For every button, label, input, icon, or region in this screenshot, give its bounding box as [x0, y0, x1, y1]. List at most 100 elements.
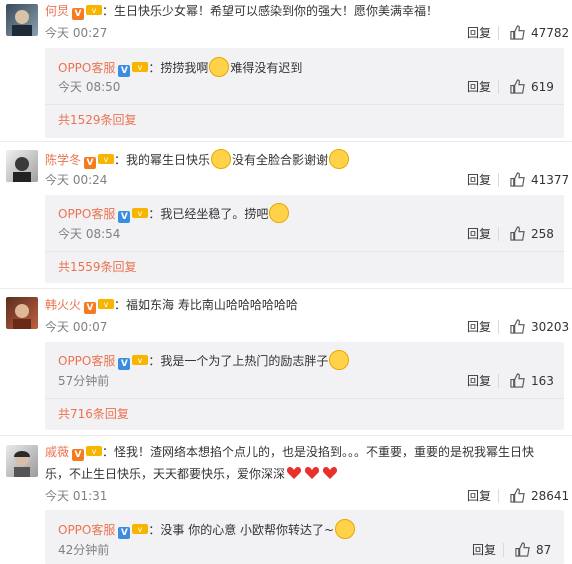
reply-time: 57分钟前: [58, 374, 110, 388]
divider: [503, 543, 504, 557]
like-count: 163: [531, 374, 554, 388]
vip-icon: v: [132, 353, 149, 365]
vip-icon: v: [132, 206, 149, 218]
comment-text: 怪我！渣网络本想掐个点儿的，也是没掐到。。。不重要，重要的是祝我幂生日快: [114, 445, 535, 459]
vip-icon: v: [86, 3, 103, 15]
svg-text:v: v: [92, 447, 97, 456]
comment-time: 今天 00:27: [45, 26, 108, 40]
verified-badge-icon: V: [72, 8, 85, 20]
vip-icon: v: [132, 60, 149, 72]
doge-emoji-icon: [329, 350, 350, 370]
reply-button[interactable]: 回复: [467, 172, 491, 188]
heart-icon: [286, 467, 302, 479]
verified-badge-icon: V: [118, 527, 131, 539]
vip-icon: v: [132, 522, 149, 534]
divider: [0, 288, 572, 289]
reply-text-line: OPPO客服 Vv ：没事 你的心意 小欧帮你转达了~: [58, 519, 356, 539]
like-button[interactable]: 41377: [510, 172, 569, 188]
reply-text-line: OPPO客服 Vv ：我是一个为了上热门的励志胖子: [58, 350, 350, 370]
like-button[interactable]: 619: [510, 79, 554, 95]
reply-time: 今天 08:54: [58, 227, 121, 241]
reply-button[interactable]: 回复: [467, 373, 491, 389]
thumbs-up-icon: [510, 319, 525, 334]
divider: [45, 251, 564, 252]
svg-text:v: v: [138, 209, 143, 218]
comment-username[interactable]: 戚薇: [45, 445, 69, 459]
avatar[interactable]: [6, 297, 38, 329]
verified-badge-icon: V: [84, 302, 97, 314]
reply-username[interactable]: OPPO客服: [58, 207, 115, 221]
divider: [498, 173, 499, 187]
thumbs-up-icon: [510, 373, 525, 388]
like-button[interactable]: 87: [515, 542, 551, 558]
reply-button[interactable]: 回复: [467, 319, 491, 335]
verified-badge-icon: V: [84, 157, 97, 169]
svg-text:v: v: [104, 300, 109, 309]
divider: [45, 398, 564, 399]
reply-text-line: OPPO客服 Vv ：捞捞我啊 难得没有迟到: [58, 57, 302, 77]
vip-icon: v: [98, 152, 115, 164]
like-count: 87: [536, 543, 552, 557]
reply-username[interactable]: OPPO客服: [58, 354, 115, 368]
more-replies-link[interactable]: 共1559条回复: [58, 258, 137, 276]
divider: [498, 80, 499, 94]
thumbs-up-icon: [510, 172, 525, 187]
doge-emoji-icon: [269, 203, 290, 223]
like-button[interactable]: 47782: [510, 25, 569, 41]
avatar[interactable]: [6, 150, 38, 182]
heart-icon: [304, 467, 320, 479]
verified-badge-icon: V: [72, 449, 85, 461]
clap-emoji-icon: [335, 519, 356, 539]
divider: [0, 141, 572, 142]
reply-button[interactable]: 回复: [472, 542, 496, 558]
comment-text-line: 陈学冬 Vv ：我的幂生日快乐 没有全脸合影谢谢: [45, 149, 350, 169]
heart-icon: [322, 467, 338, 479]
like-count: 619: [531, 80, 554, 94]
thumbs-up-icon: [510, 79, 525, 94]
verified-badge-icon: V: [118, 211, 131, 223]
reply-button[interactable]: 回复: [467, 79, 491, 95]
comment-username[interactable]: 何炅: [45, 4, 69, 18]
reply-button[interactable]: 回复: [467, 488, 491, 504]
reply-button[interactable]: 回复: [467, 226, 491, 242]
like-count: 41377: [531, 173, 570, 187]
divider: [498, 26, 499, 40]
like-count: 30203: [531, 320, 570, 334]
comment-text: 生日快乐少女幂！希望可以感染到你的强大！愿你美满幸福！: [114, 4, 439, 18]
comment-text-line: 韩火火 Vv ：福如东海 寿比南山哈哈哈哈哈哈: [45, 297, 298, 314]
verified-badge-icon: V: [118, 358, 131, 370]
reply-button[interactable]: 回复: [467, 25, 491, 41]
reply-username[interactable]: OPPO客服: [58, 523, 115, 537]
comment-username[interactable]: 陈学冬: [45, 153, 81, 167]
vip-icon: v: [98, 297, 115, 309]
comment-text: 乐，不止生日快乐，天天都要快乐，爱你深深: [45, 467, 286, 481]
thumbs-up-icon: [510, 226, 525, 241]
verified-badge-icon: V: [118, 65, 131, 77]
more-replies-link[interactable]: 共716条回复: [58, 405, 129, 423]
comment-text: 福如东海 寿比南山哈哈哈哈哈哈: [126, 298, 298, 312]
avatar[interactable]: [6, 445, 38, 477]
svg-text:v: v: [92, 6, 97, 15]
reply-username[interactable]: OPPO客服: [58, 61, 115, 75]
divider: [498, 489, 499, 503]
smile-emoji-icon: [211, 149, 232, 169]
svg-text:v: v: [138, 63, 143, 72]
avatar[interactable]: [6, 4, 38, 36]
thumbs-up-icon: [515, 542, 530, 557]
like-button[interactable]: 258: [510, 226, 554, 242]
like-button[interactable]: 28641: [510, 488, 569, 504]
comment-username[interactable]: 韩火火: [45, 298, 81, 312]
comment-text-line: 戚薇 Vv ：怪我！渣网络本想掐个点儿的，也是没掐到。。。不重要，重要的是祝我幂生日…: [45, 445, 535, 461]
svg-text:v: v: [138, 356, 143, 365]
like-button[interactable]: 30203: [510, 319, 569, 335]
more-replies-link[interactable]: 共1529条回复: [58, 111, 137, 129]
doge-emoji-icon: [209, 57, 230, 77]
comment-time: 今天 00:24: [45, 173, 108, 187]
like-button[interactable]: 163: [510, 373, 554, 389]
like-count: 258: [531, 227, 554, 241]
svg-text:v: v: [104, 155, 109, 164]
divider: [498, 320, 499, 334]
thumbs-up-icon: [510, 25, 525, 40]
kiss-emoji-icon: [329, 149, 350, 169]
like-count: 28641: [531, 489, 570, 503]
